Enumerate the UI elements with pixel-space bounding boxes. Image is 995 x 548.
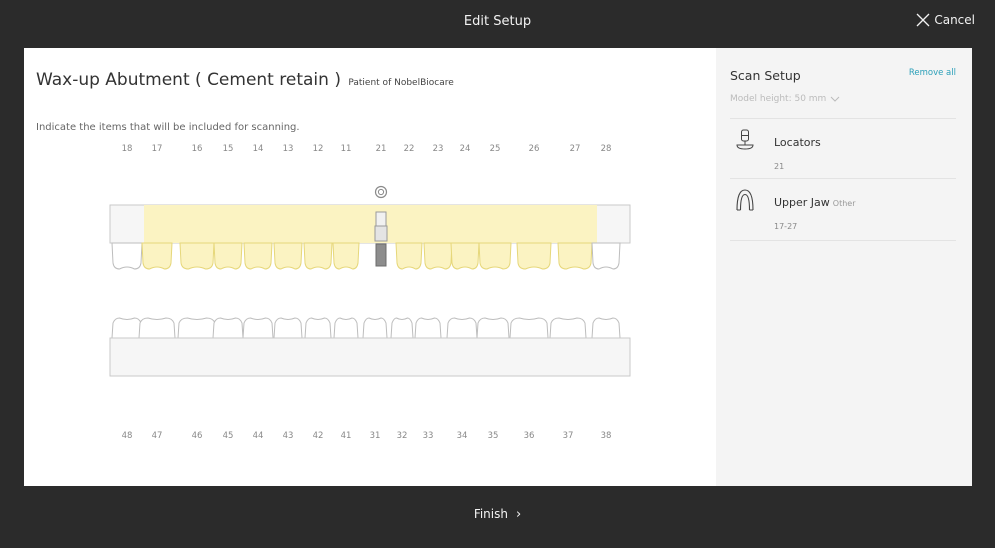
- lower-tooth[interactable]: [591, 317, 621, 339]
- scan-setup-title: Scan Setup: [730, 68, 801, 83]
- upper-tooth[interactable]: [111, 242, 143, 270]
- lower-tooth[interactable]: [509, 317, 549, 339]
- lower-tooth[interactable]: [242, 317, 274, 339]
- upper-tooth[interactable]: [332, 242, 360, 270]
- locator-implant[interactable]: [374, 185, 388, 267]
- scan-setup-panel: Scan Setup Remove all Model height: 50 m…: [716, 48, 972, 486]
- lower-tooth[interactable]: [549, 317, 587, 339]
- cancel-label: Cancel: [934, 13, 975, 27]
- upper-tooth[interactable]: [478, 242, 512, 270]
- remove-all-link[interactable]: Remove all: [909, 68, 956, 78]
- upper-tooth[interactable]: [273, 242, 303, 270]
- scan-item-label: Locators: [774, 136, 821, 149]
- upper-tooth[interactable]: [395, 242, 423, 270]
- lower-tooth[interactable]: [212, 317, 244, 339]
- upper-tooth[interactable]: [450, 242, 480, 270]
- chevron-down-icon: [830, 96, 840, 102]
- finish-button[interactable]: Finish ›: [0, 507, 995, 522]
- top-bar: Edit Setup Cancel: [0, 0, 995, 48]
- divider: [730, 240, 956, 241]
- upper-tooth[interactable]: [303, 242, 333, 270]
- upper-tooth[interactable]: [141, 242, 173, 270]
- scan-item-teeth: 17-27: [774, 222, 798, 231]
- scan-item-label: Upper Jaw: [774, 196, 830, 209]
- lower-tooth[interactable]: [446, 317, 478, 339]
- upper-tooth[interactable]: [516, 242, 552, 270]
- upper-jaw-base[interactable]: [109, 204, 631, 244]
- upper-jaw-icon: [736, 189, 754, 211]
- upper-tooth[interactable]: [179, 242, 215, 270]
- lower-tooth[interactable]: [111, 317, 143, 339]
- locator-post: [375, 211, 387, 227]
- scan-item-upper-jaw[interactable]: Upper Jaw Other 17-27: [730, 188, 956, 238]
- lower-tooth[interactable]: [138, 317, 176, 339]
- model-height-value: Model height: 50 mm: [730, 94, 827, 104]
- lower-teeth: [111, 317, 621, 339]
- finish-label: Finish: [473, 507, 508, 521]
- lower-base-bar[interactable]: [109, 337, 631, 377]
- divider: [730, 118, 956, 119]
- window-title: Edit Setup: [463, 14, 532, 29]
- upper-teeth: [111, 242, 621, 270]
- scan-item-type: Other: [832, 199, 856, 208]
- scan-item-teeth: 21: [774, 162, 785, 171]
- chevron-right-icon: ›: [515, 507, 522, 522]
- lower-tooth[interactable]: [273, 317, 303, 339]
- setup-panel: Wax-up Abutment ( Cement retain ) Patien…: [24, 48, 972, 486]
- upper-tooth[interactable]: [423, 242, 453, 270]
- locator-ring-inner: [377, 188, 385, 196]
- lower-tooth[interactable]: [304, 317, 332, 339]
- lower-tooth[interactable]: [177, 317, 217, 339]
- upper-tooth[interactable]: [213, 242, 243, 270]
- divider: [730, 178, 956, 179]
- close-icon: [916, 13, 930, 27]
- upper-tooth[interactable]: [591, 242, 621, 270]
- upper-tooth[interactable]: [557, 242, 593, 270]
- lower-tooth[interactable]: [476, 317, 510, 339]
- tooth-chart: [109, 185, 631, 377]
- model-height-select[interactable]: Model height: 50 mm: [730, 94, 840, 104]
- upper-tooth[interactable]: [243, 242, 273, 270]
- lower-tooth[interactable]: [414, 317, 442, 339]
- lower-tooth[interactable]: [362, 317, 388, 339]
- cancel-button[interactable]: Cancel: [915, 12, 975, 28]
- implant-fixture: [375, 243, 387, 267]
- locator-icon: [736, 129, 754, 150]
- locator-body: [374, 225, 388, 242]
- scan-item-locators[interactable]: Locators 21: [730, 128, 956, 178]
- lower-jaw-base[interactable]: [109, 337, 631, 377]
- lower-tooth[interactable]: [390, 317, 414, 339]
- lower-tooth[interactable]: [333, 317, 359, 339]
- upper-selection-highlight: [144, 205, 597, 243]
